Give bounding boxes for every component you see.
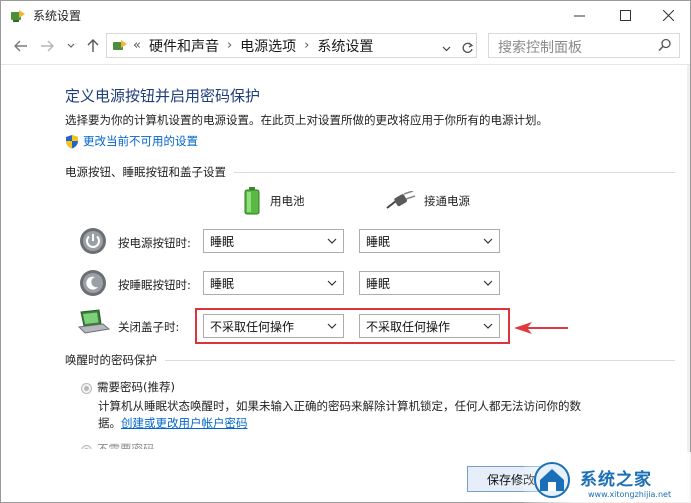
page-description: 选择要为你的计算机设置的电源设置。在此页上对设置所做的更改将应用于你所有的电源计… (65, 113, 548, 127)
wake-section-title: 唤醒时的密码保护 (65, 353, 157, 367)
breadcrumb-power-options[interactable]: 电源选项 (240, 36, 296, 56)
address-bar[interactable]: « 硬件和声音 › 电源选项 › 系统设置 (106, 33, 477, 58)
refresh-icon (462, 42, 473, 53)
title-bar: 系统设置 (1, 1, 690, 30)
buttons-section-header: 电源按钮、睡眠按钮和盖子设置 (65, 164, 675, 180)
change-settings-link-row[interactable]: 更改当前不可用的设置 (65, 133, 198, 149)
wake-section-header: 唤醒时的密码保护 (65, 352, 675, 368)
select-value: 睡眠 (366, 234, 391, 249)
chevron-down-icon (483, 280, 493, 286)
close-button[interactable] (645, 1, 690, 30)
minimize-button[interactable] (556, 1, 602, 30)
chevron-down-icon (67, 43, 75, 48)
back-button[interactable] (13, 36, 29, 56)
battery-icon (244, 187, 260, 215)
chevron-down-icon (327, 238, 337, 244)
power-button-icon (80, 228, 106, 254)
uac-shield-icon (66, 134, 78, 148)
no-password-row-clipped: 不需要密码 (77, 441, 277, 449)
chevron-down-icon (442, 46, 450, 52)
power-button-label: 按电源按钮时: (118, 236, 191, 250)
close-lid-label: 关闭盖子时: (118, 320, 180, 334)
navigation-bar: « 硬件和声音 › 电源选项 › 系统设置 搜索控制面板 (1, 30, 690, 62)
sleep-button-icon (80, 270, 106, 296)
control-panel-window: 系统设置 « 硬件和声音 › 电源选项 › 系统设置 搜索控制面板 定义电源按钮… (0, 0, 691, 503)
section-divider (165, 359, 675, 361)
sleep-button-label: 按睡眠按钮时: (118, 278, 191, 292)
forward-arrow-icon (41, 40, 54, 52)
control-panel-icon (11, 10, 25, 22)
watermark-url: www.xitongzhijia.net (588, 490, 672, 499)
battery-column-label: 用电池 (270, 194, 305, 208)
search-icon[interactable] (658, 38, 672, 52)
plugged-column-header: 接通电源 (386, 191, 470, 211)
power-button-battery-select[interactable]: 睡眠 (203, 229, 344, 253)
plugged-column-label: 接通电源 (424, 194, 470, 208)
power-button-plugged-select[interactable]: 睡眠 (359, 229, 500, 253)
recent-locations-button[interactable] (65, 36, 77, 56)
up-button[interactable] (85, 36, 101, 56)
chevron-down-icon (327, 280, 337, 286)
maximize-icon (619, 10, 631, 21)
maximize-button[interactable] (602, 1, 648, 30)
chevron-down-icon (483, 238, 493, 244)
select-value: 睡眠 (366, 276, 391, 291)
toolbar-divider (1, 64, 690, 65)
refresh-button[interactable] (459, 38, 475, 58)
require-password-radio[interactable] (81, 383, 92, 394)
select-value: 睡眠 (210, 234, 235, 249)
section-divider (234, 171, 675, 173)
power-plug-icon (386, 191, 416, 209)
change-settings-link[interactable]: 更改当前不可用的设置 (83, 133, 198, 149)
breadcrumb-system-settings[interactable]: 系统设置 (317, 36, 373, 56)
sleep-button-battery-select[interactable]: 睡眠 (203, 271, 344, 295)
house-logo-icon (534, 461, 570, 498)
window-title: 系统设置 (33, 9, 82, 23)
red-arrow-icon (514, 322, 568, 334)
overflow-chevron-icon[interactable]: « (133, 38, 141, 53)
up-arrow-icon (87, 39, 99, 52)
page-title: 定义电源按钮并启用密码保护 (65, 87, 261, 105)
search-box[interactable]: 搜索控制面板 (488, 33, 680, 58)
search-input[interactable]: 搜索控制面板 (498, 37, 582, 57)
require-password-label: 需要密码(推荐) (97, 380, 175, 394)
buttons-section-title: 电源按钮、睡眠按钮和盖子设置 (65, 165, 226, 179)
control-panel-icon (113, 39, 127, 50)
sleep-button-plugged-select[interactable]: 睡眠 (359, 271, 500, 295)
breadcrumb-separator-icon[interactable]: › (304, 38, 309, 53)
breadcrumb-separator-icon[interactable]: › (227, 38, 232, 53)
highlight-box (195, 308, 510, 344)
minimize-icon (573, 15, 585, 17)
vertical-scrollbar[interactable] (687, 65, 690, 501)
forward-button[interactable] (39, 36, 55, 56)
require-password-description-2: 据。 创建或更改用户帐户密码 (98, 415, 248, 431)
back-arrow-icon (14, 40, 27, 52)
address-dropdown-button[interactable] (438, 39, 454, 59)
no-password-label: 不需要密码 (97, 442, 155, 449)
battery-column-header: 用电池 (244, 187, 305, 215)
create-password-link[interactable]: 创建或更改用户帐户密码 (121, 415, 248, 431)
breadcrumb-hardware-sound[interactable]: 硬件和声音 (149, 36, 219, 56)
laptop-lid-icon (77, 309, 111, 334)
description-tail: 据。 (98, 416, 121, 430)
select-value: 睡眠 (210, 276, 235, 291)
no-password-radio[interactable] (81, 445, 92, 449)
watermark-text: 系统之家 (580, 470, 652, 490)
require-password-description: 计算机从睡眠状态唤醒时，如果未输入正确的密码来解除计算机锁定，任何人都无法访问你… (98, 399, 581, 413)
close-icon (662, 10, 674, 21)
